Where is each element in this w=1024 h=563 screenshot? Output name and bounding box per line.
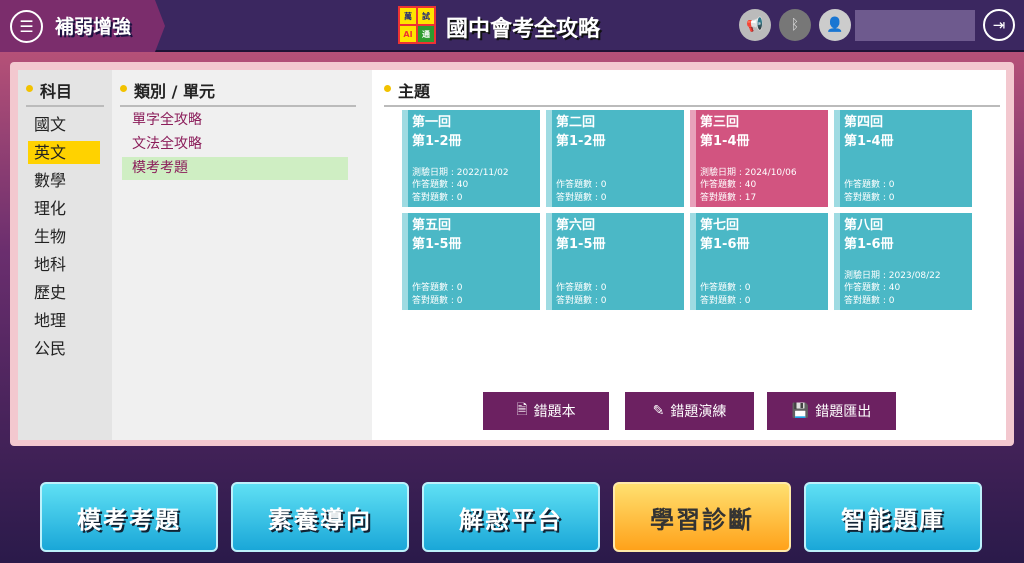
card-range: 第1-6冊 xyxy=(844,237,894,252)
card-range: 第1-4冊 xyxy=(700,134,750,149)
logo-cell: 試 xyxy=(418,8,434,24)
bluetooth-icon[interactable]: ᛒ xyxy=(779,9,811,41)
topic-card[interactable]: 第六回第1-5冊作答題數 : 0 答對題數 : 0 xyxy=(546,213,684,310)
user-name-field xyxy=(855,10,975,41)
card-correct: 答對題數 : 17 xyxy=(700,192,757,203)
card-range: 第1-4冊 xyxy=(844,134,894,149)
subject-item[interactable]: 生物 xyxy=(28,225,100,248)
card-answered: 作答題數 : 40 xyxy=(844,283,901,293)
topic-heading: 主題 xyxy=(384,78,1000,107)
card-answered: 作答題數 : 0 xyxy=(700,283,751,293)
card-range: 第1-5冊 xyxy=(556,237,606,252)
card-correct: 答對題數 : 0 xyxy=(556,192,607,203)
topic-card[interactable]: 第五回第1-5冊作答題數 : 0 答對題數 : 0 xyxy=(402,213,540,310)
card-title: 第四回 xyxy=(844,115,884,130)
subject-item[interactable]: 地理 xyxy=(28,309,100,332)
wrong-book-button[interactable]: 🗎 錯題本 xyxy=(483,392,609,430)
bottom-nav-button[interactable]: 學習診斷 xyxy=(613,482,791,552)
category-column: 類別 / 單元 單字全攻略 文法全攻略 模考考題 xyxy=(112,70,372,440)
category-item[interactable]: 文法全攻略 xyxy=(122,133,348,156)
subject-item[interactable]: 歷史 xyxy=(28,281,100,304)
topic-card[interactable]: 第二回第1-2冊作答題數 : 0 答對題數 : 0 xyxy=(546,110,684,207)
card-answered: 作答題數 : 0 xyxy=(844,180,895,190)
app-logo: 萬 試 AI 通 xyxy=(398,6,436,44)
subject-item[interactable]: 英文 xyxy=(28,141,100,164)
subject-heading: 科目 xyxy=(26,78,104,107)
bottom-nav-button[interactable]: 素養導向 xyxy=(231,482,409,552)
card-date: 測驗日期 : 2022/11/02 xyxy=(412,167,509,178)
subject-item[interactable]: 數學 xyxy=(28,169,100,192)
wrong-export-button[interactable]: 💾 錯題匯出 xyxy=(767,392,896,430)
menu-icon: ☰ xyxy=(19,17,34,36)
top-bar: ☰ 補弱增強 萬 試 AI 通 國中會考全攻略 📢 ᛒ 👤 ⇥ xyxy=(0,0,1024,52)
user-icon[interactable]: 👤 xyxy=(819,9,851,41)
topic-card[interactable]: 第四回第1-4冊作答題數 : 0 答對題數 : 0 xyxy=(834,110,972,207)
topic-column: 主題 第一回第1-2冊測驗日期 : 2022/11/02 作答題數 : 40 答對題… xyxy=(372,70,1006,440)
card-range: 第1-5冊 xyxy=(412,237,462,252)
logout-icon: ⇥ xyxy=(992,16,1006,34)
card-title: 第六回 xyxy=(556,218,596,233)
logo-cell: 萬 xyxy=(400,8,416,24)
edit-icon: ✎ xyxy=(652,403,665,419)
card-title: 第七回 xyxy=(700,218,740,233)
category-item[interactable]: 單字全攻略 xyxy=(122,109,348,132)
card-range: 第1-6冊 xyxy=(700,237,750,252)
card-correct: 答對題數 : 0 xyxy=(412,295,463,306)
card-title: 第一回 xyxy=(412,115,452,130)
card-correct: 答對題數 : 0 xyxy=(844,192,895,203)
card-title: 第二回 xyxy=(556,115,596,130)
card-title: 第八回 xyxy=(844,218,884,233)
category-heading: 類別 / 單元 xyxy=(120,78,356,107)
card-correct: 答對題數 : 0 xyxy=(700,295,751,306)
bottom-nav-button[interactable]: 智能題庫 xyxy=(804,482,982,552)
card-answered: 作答題數 : 40 xyxy=(700,180,757,190)
subject-item[interactable]: 國文 xyxy=(28,113,100,136)
save-icon: 💾 xyxy=(791,403,810,419)
card-range: 第1-2冊 xyxy=(556,134,606,149)
subject-item[interactable]: 公民 xyxy=(28,337,100,360)
topic-card[interactable]: 第七回第1-6冊作答題數 : 0 答對題數 : 0 xyxy=(690,213,828,310)
subject-column: 科目 國文英文數學理化生物地科歷史地理公民 xyxy=(18,70,112,440)
logo-cell: AI xyxy=(400,26,416,42)
card-correct: 答對題數 : 0 xyxy=(412,192,463,203)
mode-title: 補弱增強 xyxy=(55,16,132,38)
bottom-nav-button[interactable]: 解惑平台 xyxy=(422,482,600,552)
card-title: 第五回 xyxy=(412,218,452,233)
topic-card[interactable]: 第三回第1-4冊測驗日期 : 2024/10/06 作答題數 : 40 答對題數 :… xyxy=(690,110,828,207)
card-correct: 答對題數 : 0 xyxy=(556,295,607,306)
subject-item[interactable]: 理化 xyxy=(28,197,100,220)
card-answered: 作答題數 : 0 xyxy=(556,180,607,190)
logo-cell: 通 xyxy=(418,26,434,42)
card-correct: 答對題數 : 0 xyxy=(844,295,895,306)
card-answered: 作答題數 : 40 xyxy=(412,180,469,190)
main-panel: 科目 國文英文數學理化生物地科歷史地理公民 類別 / 單元 單字全攻略 文法全攻略… xyxy=(10,62,1014,446)
card-date: 測驗日期 : 2024/10/06 xyxy=(700,167,797,178)
card-range: 第1-2冊 xyxy=(412,134,462,149)
wrong-practice-button[interactable]: ✎ 錯題演練 xyxy=(625,392,754,430)
card-answered: 作答題數 : 0 xyxy=(412,283,463,293)
card-title: 第三回 xyxy=(700,115,740,130)
category-item[interactable]: 模考考題 xyxy=(122,157,348,180)
card-answered: 作答題數 : 0 xyxy=(556,283,607,293)
bookmark-icon: 🗎 xyxy=(516,402,528,418)
topic-card[interactable]: 第一回第1-2冊測驗日期 : 2022/11/02 作答題數 : 40 答對題數 :… xyxy=(402,110,540,207)
card-date: 測驗日期 : 2023/08/22 xyxy=(844,270,941,281)
megaphone-icon[interactable]: 📢 xyxy=(739,9,771,41)
menu-button[interactable]: ☰ xyxy=(10,10,43,43)
subject-item[interactable]: 地科 xyxy=(28,253,100,276)
app-title: 國中會考全攻略 xyxy=(446,17,601,42)
topic-card[interactable]: 第八回第1-6冊測驗日期 : 2023/08/22 作答題數 : 40 答對題數 :… xyxy=(834,213,972,310)
bottom-nav-button[interactable]: 模考考題 xyxy=(40,482,218,552)
logout-button[interactable]: ⇥ xyxy=(983,9,1015,41)
